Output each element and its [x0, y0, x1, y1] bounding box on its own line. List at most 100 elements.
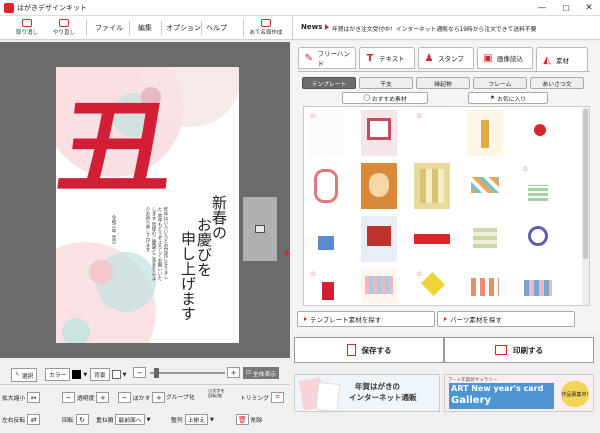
select-tool-button[interactable]: ↖ 選択: [11, 368, 38, 382]
template-thumbnail[interactable]: [467, 216, 503, 262]
template-thumbnail[interactable]: [520, 110, 556, 156]
postcard-preview[interactable]: 丑 新春の お慶びを 申し上げます 昨年はいろいろとお世話になりました 本年もど…: [56, 67, 239, 343]
news-ticker[interactable]: 年賀はがき注文受付中！インターネット通販なら19時から注文できて送料不要: [332, 24, 536, 33]
art: [471, 177, 499, 193]
favorites-button[interactable]: ★ お気に入り: [468, 92, 548, 104]
template-thumbnail[interactable]: [361, 216, 397, 262]
order-select[interactable]: 最前面へ: [115, 414, 145, 425]
template-thumbnail[interactable]: [467, 268, 503, 304]
template-thumbnail[interactable]: [361, 163, 397, 209]
zoom-slider[interactable]: [150, 372, 225, 374]
template-thumbnail[interactable]: ☆: [414, 110, 450, 156]
subtab-template[interactable]: テンプレート: [302, 77, 356, 89]
menu-help[interactable]: ヘルプ: [206, 23, 227, 33]
address-side-button[interactable]: あて名面作成: [246, 19, 286, 38]
template-thumbnail[interactable]: [361, 110, 397, 156]
template-thumbnail[interactable]: [467, 110, 503, 156]
find-template-button[interactable]: テンプレート素材を探す: [297, 311, 435, 327]
scrollbar-thumb[interactable]: [583, 109, 588, 259]
tab-text[interactable]: T テキスト: [359, 47, 415, 69]
rotate-tool[interactable]: 回転 ↻: [62, 414, 89, 425]
trimming-tool[interactable]: トリミング ⌗: [240, 392, 284, 403]
filter-row: ◯ おすすめ素材 ★ お気に入り: [302, 92, 584, 105]
template-thumbnail[interactable]: [308, 216, 344, 262]
art: [318, 236, 334, 250]
align-select[interactable]: 上揃え: [184, 414, 209, 425]
art: [534, 124, 546, 136]
favorite-star-icon[interactable]: ☆: [416, 112, 424, 120]
menu-edit[interactable]: 編集: [138, 23, 152, 33]
address-label: あて名面作成: [249, 30, 283, 36]
template-thumbnail[interactable]: [520, 268, 556, 304]
template-thumbnail[interactable]: ☆: [308, 268, 344, 304]
background-label: 背景: [90, 368, 110, 381]
template-thumbnail[interactable]: [414, 216, 450, 262]
close-button[interactable]: ✕: [578, 0, 600, 16]
minimize-button[interactable]: —: [531, 0, 553, 16]
mini-text-option[interactable]: 小文字を 回転/縦: [208, 388, 225, 398]
banner-art-gallery[interactable]: アート年賀状ギャラリー ART New year's card Gallery …: [444, 374, 594, 412]
resize-tool[interactable]: 拡大縮小 ↔: [2, 392, 41, 403]
tab-divider: [298, 71, 590, 72]
divider: [201, 21, 202, 35]
template-thumbnail[interactable]: [414, 163, 450, 209]
color-picker[interactable]: カラー ▼: [45, 368, 87, 381]
align-tool[interactable]: 整列 上揃え ▼: [171, 414, 214, 425]
tab-materials[interactable]: ◭ 素材: [536, 47, 588, 72]
subtab-frame[interactable]: フレーム: [473, 77, 527, 89]
greeting-line-1: 新春の: [210, 195, 228, 240]
banner-online-shop[interactable]: 年賀はがきの インターネット通販: [294, 374, 440, 412]
favorite-star-icon[interactable]: ☆: [310, 270, 318, 278]
tab-label: 素材: [556, 57, 569, 65]
banner2-title1: ART New year's card: [451, 384, 544, 393]
template-thumbnail[interactable]: [520, 216, 556, 262]
subtab-lucky-items[interactable]: 縁起物: [416, 77, 470, 89]
tab-freehand[interactable]: ✎ フリーハンド: [298, 47, 356, 69]
zoom-slider-thumb[interactable]: [154, 368, 159, 378]
menu-options[interactable]: オプション: [166, 23, 201, 33]
next-page-arrow-icon[interactable]: [285, 249, 290, 257]
art: [420, 169, 444, 203]
template-thumbnail[interactable]: [308, 163, 344, 209]
transparency-tool[interactable]: − 透明度 +: [62, 392, 110, 403]
menu-file[interactable]: ファイル: [95, 23, 123, 33]
print-button[interactable]: 印刷する: [444, 337, 594, 363]
order-tool[interactable]: 重ね順 最前面へ ▼: [96, 414, 150, 425]
group-tool[interactable]: グループ化: [166, 392, 195, 401]
app-icon: [4, 2, 14, 13]
flip-tool[interactable]: 左右反転 ⇄: [2, 414, 41, 425]
news-label: News: [301, 23, 323, 31]
subtab-zodiac[interactable]: 干支: [359, 77, 413, 89]
arrow-right-icon: [304, 317, 307, 321]
blur-tool[interactable]: − ぼかす +: [118, 392, 166, 403]
template-thumbnail[interactable]: ☆: [520, 163, 556, 209]
tab-stamp[interactable]: ♟ スタンプ: [418, 47, 474, 69]
page-turn-handle[interactable]: [243, 197, 277, 261]
tab-image-import[interactable]: ▣ 画像読込: [477, 47, 533, 69]
fit-all-button[interactable]: ⊡ 全体表示: [243, 367, 280, 379]
delete-tool[interactable]: 🗑 削除: [236, 414, 263, 425]
background-picker[interactable]: 背景 ▼: [90, 368, 126, 381]
recommended-button[interactable]: ◯ おすすめ素材: [342, 92, 428, 104]
template-thumbnail[interactable]: ☆: [414, 268, 450, 304]
favorite-star-icon[interactable]: ☆: [310, 112, 318, 120]
undo-icon: [22, 19, 32, 27]
template-thumbnail[interactable]: [361, 268, 397, 304]
favorite-star-icon[interactable]: ☆: [416, 270, 424, 278]
favorite-star-icon[interactable]: ☆: [522, 165, 530, 173]
save-button[interactable]: 保存する: [294, 337, 444, 363]
color-swatch: [72, 370, 82, 379]
dropdown-icon: ▼: [122, 371, 127, 378]
zoom-out-button[interactable]: −: [133, 367, 146, 378]
find-parts-button[interactable]: パーツ素材を探す: [437, 311, 575, 327]
text-icon: T: [366, 52, 374, 64]
group-label: グループ化: [166, 395, 195, 401]
redo-label: やり直し: [52, 30, 75, 36]
undo-button[interactable]: 取り消し: [10, 19, 44, 38]
redo-button[interactable]: やり直し: [47, 19, 81, 38]
maximize-button[interactable]: ☐: [555, 0, 577, 16]
template-thumbnail[interactable]: [467, 163, 503, 209]
template-thumbnail[interactable]: ☆: [308, 110, 344, 156]
zoom-in-button[interactable]: +: [227, 367, 240, 378]
subtab-greeting[interactable]: あいさつ文: [530, 77, 584, 89]
